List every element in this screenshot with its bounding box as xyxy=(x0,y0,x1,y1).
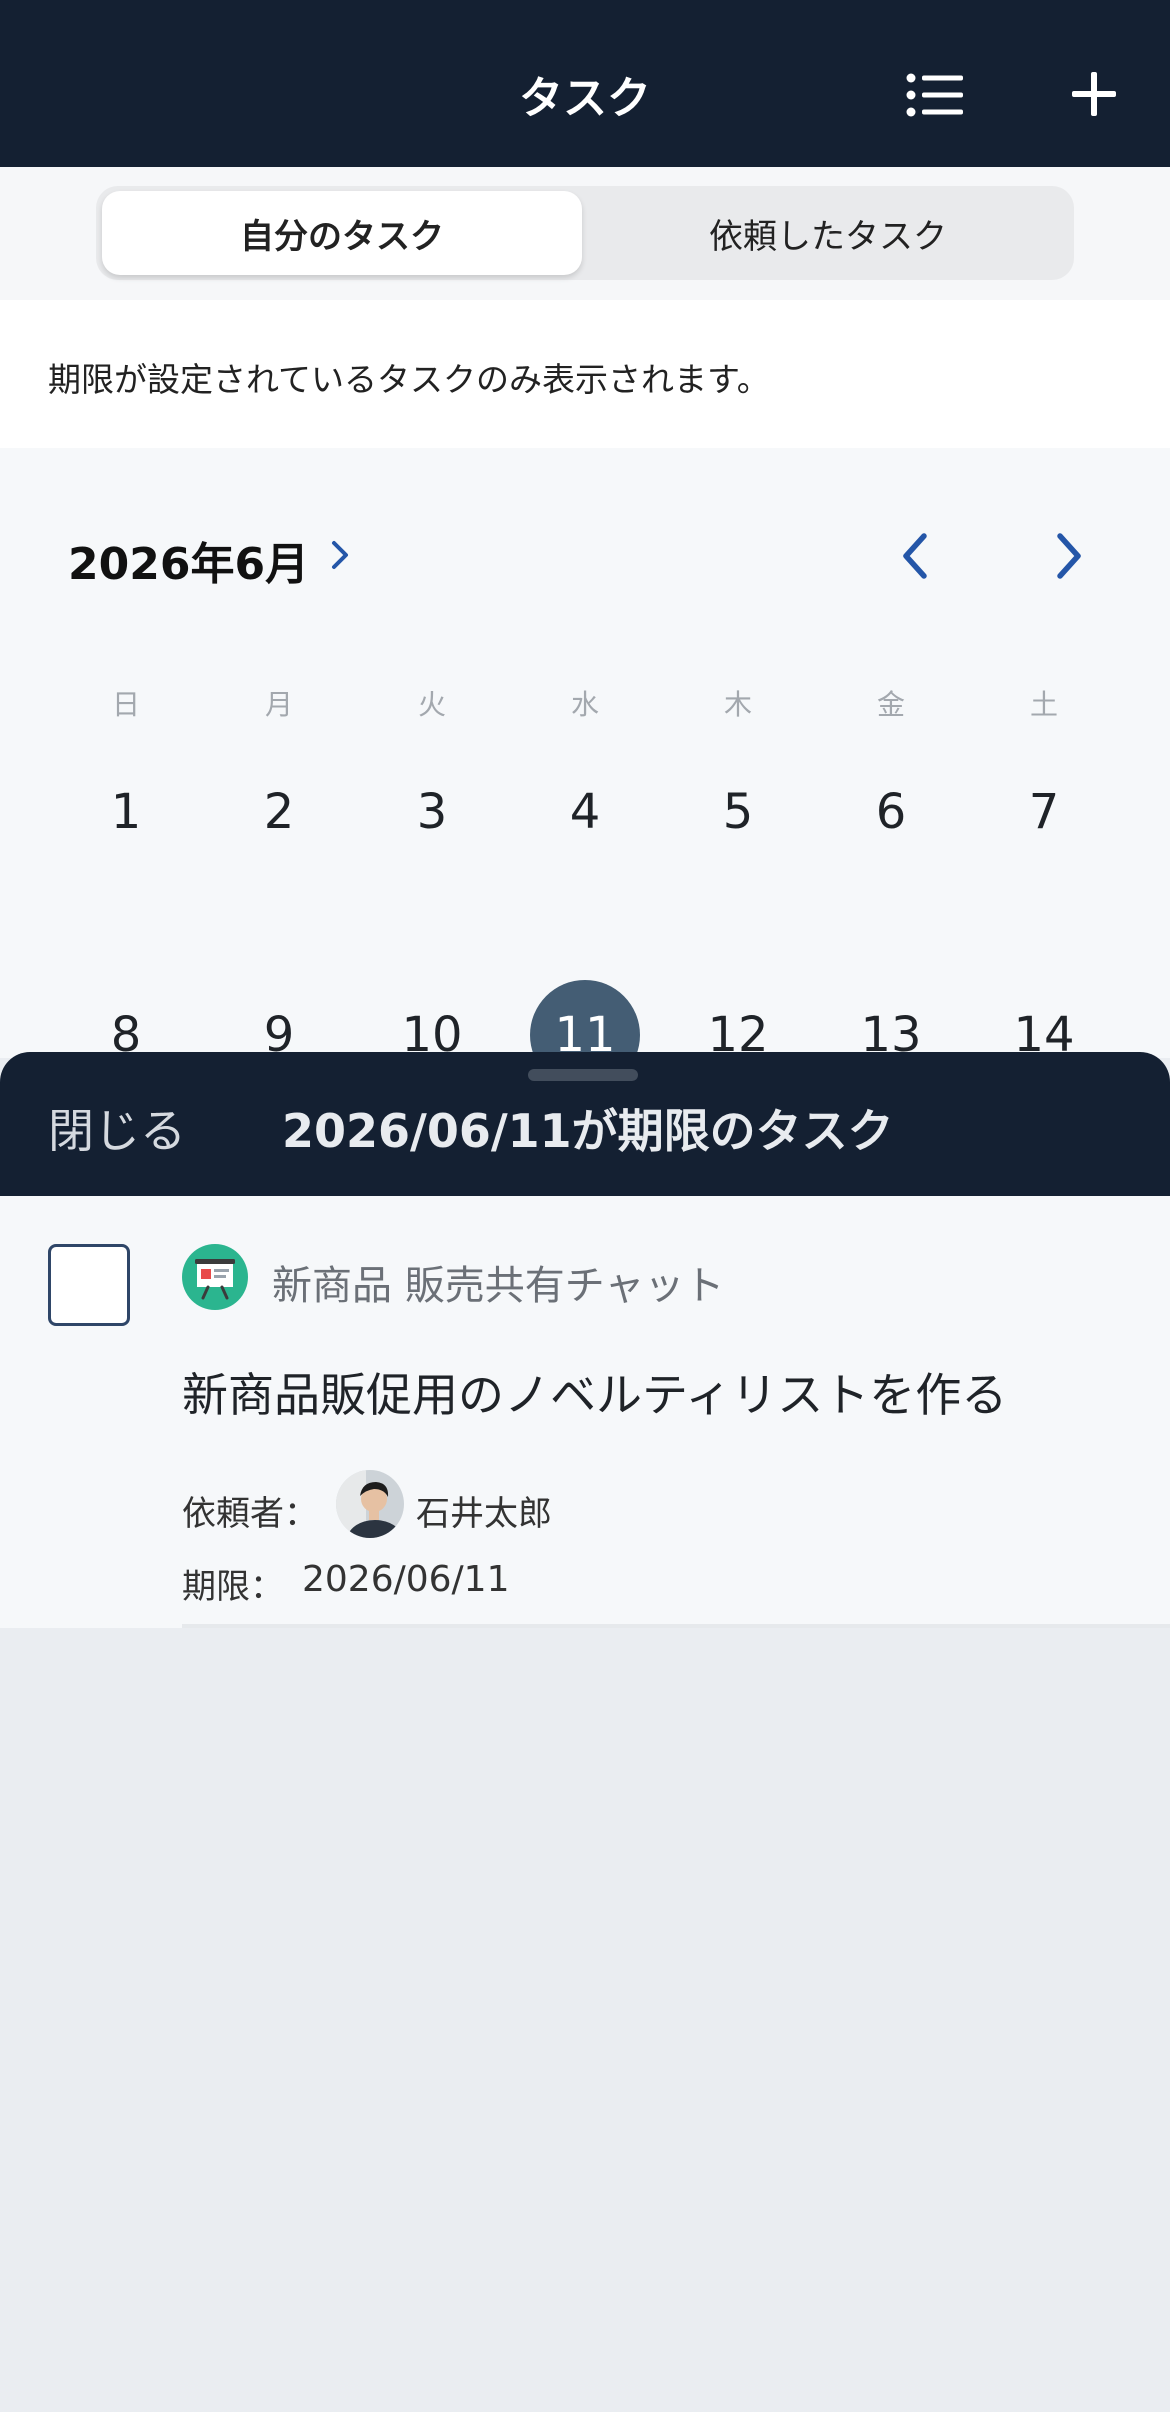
weekday-label: 日 xyxy=(111,688,140,721)
tab-requested-tasks[interactable]: 依頼したタスク xyxy=(588,191,1068,275)
plus-icon[interactable] xyxy=(1068,68,1120,120)
divider xyxy=(182,1624,1170,1628)
sheet-title: 2026/06/11が期限のタスク xyxy=(282,1104,894,1158)
weekday-label: 火 xyxy=(417,688,446,721)
calendar-day[interactable]: 6 xyxy=(836,757,946,867)
page-title: タスク xyxy=(519,73,651,124)
requester-label: 依頼者： xyxy=(182,1494,318,1534)
chevron-right-icon[interactable] xyxy=(325,535,355,575)
task-checkbox[interactable] xyxy=(48,1244,130,1326)
calendar-day[interactable]: 10 xyxy=(377,980,487,1058)
task-item[interactable]: 新商品 販売共有チャット 新商品販促用のノベルティリストを作る 依頼者： 石井太… xyxy=(0,1196,1170,1628)
tab-my-tasks[interactable]: 自分のタスク xyxy=(102,191,582,275)
list-icon[interactable] xyxy=(905,70,965,120)
due-label: 期限： xyxy=(182,1567,284,1607)
calendar-day[interactable]: 12 xyxy=(683,980,793,1058)
close-button[interactable]: 閉じる xyxy=(48,1095,186,1161)
calendar-day-selected[interactable]: 11 xyxy=(530,980,640,1058)
chat-name: 新商品 販売共有チャット xyxy=(272,1263,725,1309)
month-label[interactable]: 2026年6月 xyxy=(68,528,309,592)
presentation-icon xyxy=(182,1244,248,1310)
notice-banner: 期限が設定されているタスクのみ表示されます。 xyxy=(0,300,1170,448)
calendar-day[interactable]: 5 xyxy=(683,757,793,867)
task-title[interactable]: 新商品販促用のノベルティリストを作る xyxy=(182,1359,1007,1425)
due-date: 2026/06/11 xyxy=(302,1559,510,1600)
drag-handle[interactable] xyxy=(528,1069,638,1081)
calendar-day[interactable]: 7 xyxy=(989,757,1099,867)
calendar-day[interactable]: 2 xyxy=(224,757,334,867)
calendar-day[interactable]: 4 xyxy=(530,757,640,867)
prev-month-button[interactable] xyxy=(892,526,942,586)
calendar-day[interactable]: 14 xyxy=(989,980,1099,1058)
calendar-day[interactable]: 9 xyxy=(224,980,334,1058)
calendar-day[interactable]: 3 xyxy=(377,757,487,867)
next-month-button[interactable] xyxy=(1042,526,1092,586)
weekday-label: 金 xyxy=(876,688,905,721)
avatar xyxy=(336,1470,404,1538)
requester-name: 石井太郎 xyxy=(416,1494,552,1534)
weekday-label: 水 xyxy=(570,688,599,721)
calendar-day[interactable]: 1 xyxy=(71,757,181,867)
weekday-label: 土 xyxy=(1029,688,1058,721)
calendar: 2026年6月 日 月 火 水 木 金 土 1 2 3 4 5 6 7 8 9 … xyxy=(0,448,1170,1058)
segmented-control: 自分のタスク 依頼したタスク xyxy=(96,186,1074,280)
weekday-label: 月 xyxy=(264,688,293,721)
app-header: タスク xyxy=(0,0,1170,167)
weekday-label: 木 xyxy=(723,688,752,721)
task-tabs-bar: 自分のタスク 依頼したタスク xyxy=(0,167,1170,300)
bottom-sheet-header: 閉じる 2026/06/11が期限のタスク xyxy=(0,1052,1170,1196)
notice-text: 期限が設定されているタスクのみ表示されます。 xyxy=(48,360,770,399)
calendar-day[interactable]: 8 xyxy=(71,980,181,1058)
calendar-day[interactable]: 13 xyxy=(836,980,946,1058)
